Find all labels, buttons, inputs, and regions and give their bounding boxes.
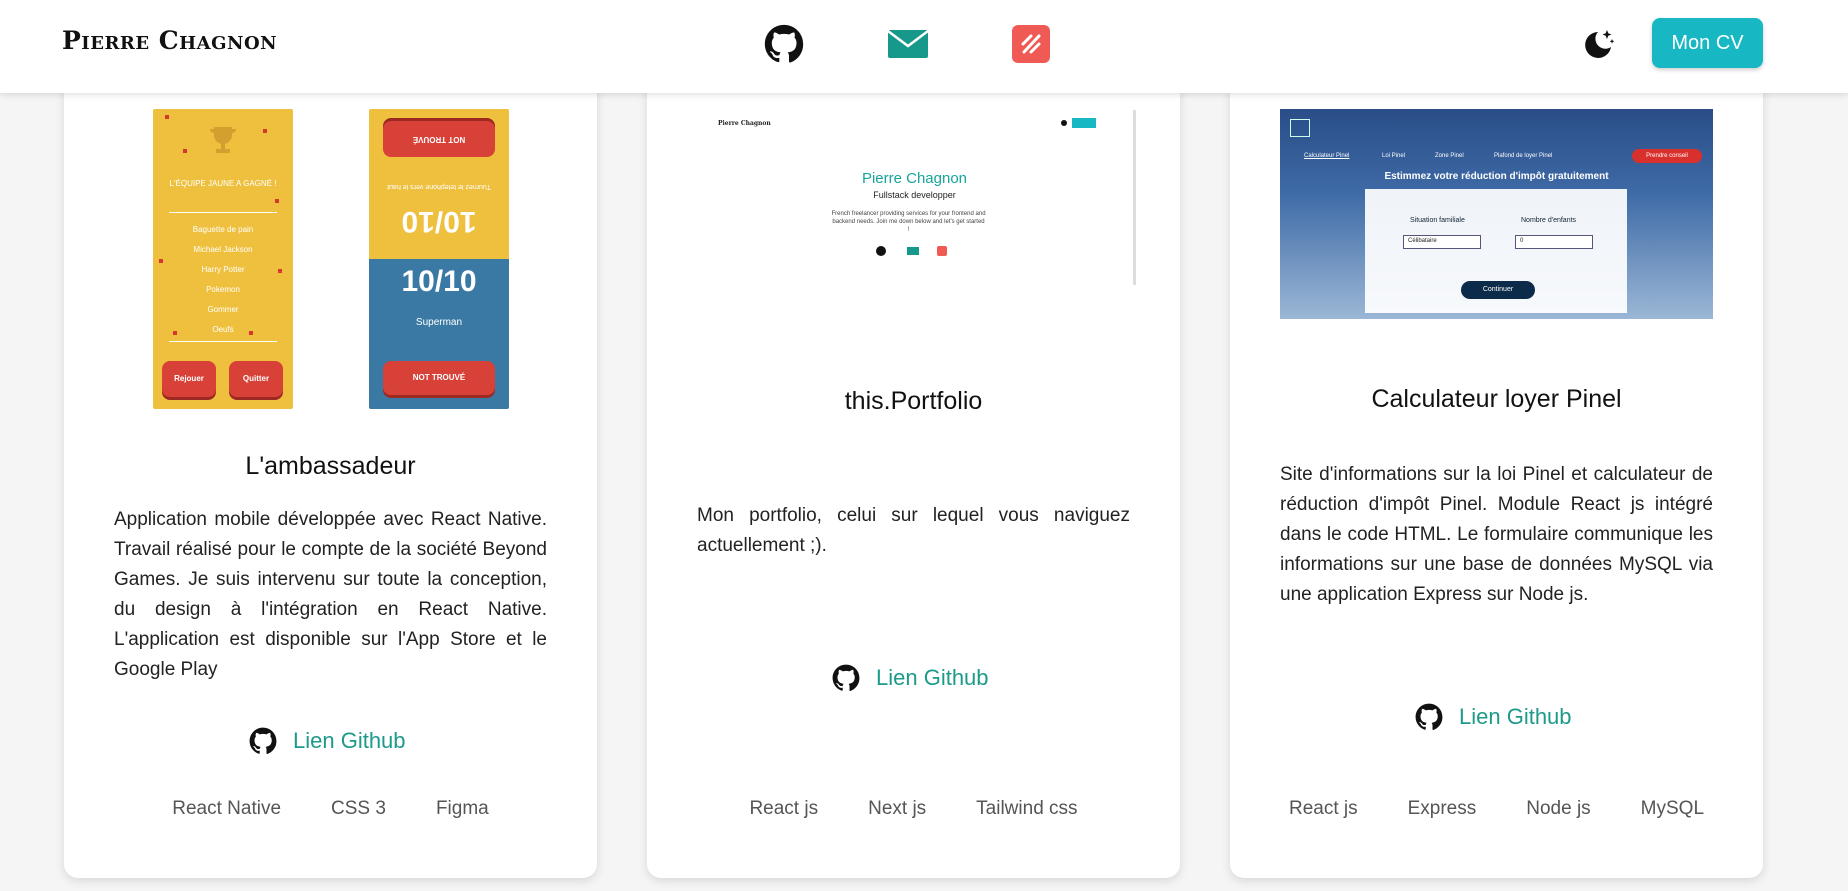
preview-role: Fullstack developper xyxy=(873,190,956,200)
not-found-button-top: NOT TROUVÉ xyxy=(383,121,495,157)
tag: React Native xyxy=(172,798,282,819)
not-found-button: NOT TROUVÉ xyxy=(383,361,495,395)
preview-name: Pierre Chagnon xyxy=(861,170,968,187)
github-icon[interactable] xyxy=(763,23,805,65)
preview-tagline: French freelancer providing services for… xyxy=(831,211,986,233)
github-link[interactable]: Lien Github xyxy=(249,727,406,755)
tech-tags: React Native CSS 3 Figma xyxy=(64,798,597,820)
preview-heading: Estimmez votre réduction d'impôt gratuit… xyxy=(1384,171,1609,182)
preview-field-label: Situation familiale xyxy=(1410,217,1465,224)
project-card-ambassadeur: L'ÉQUIPE JAUNE A GAGNÉ ! Baguette de pai… xyxy=(64,40,597,878)
tech-tags: React js Express Node js MySQL xyxy=(1230,798,1763,820)
replay-button: Rejouer xyxy=(162,361,216,397)
tag: Node js xyxy=(1526,798,1591,819)
github-link-label[interactable]: Lien Github xyxy=(293,728,406,754)
dark-mode-toggle-icon[interactable] xyxy=(1578,24,1618,64)
malt-icon[interactable] xyxy=(1010,23,1052,65)
preview-field-label: Nombre d'enfants xyxy=(1521,217,1577,224)
winner-text: L'ÉQUIPE JAUNE A GAGNÉ ! xyxy=(169,179,277,188)
github-link-label[interactable]: Lien Github xyxy=(876,665,989,691)
github-link[interactable]: Lien Github xyxy=(832,664,989,692)
word-item: Gommer xyxy=(207,305,239,314)
preview-nav-item: Plafond de loyer Pinel xyxy=(1494,153,1553,159)
preview-screen-score: NOT TROUVÉ Tuurnez le telephone vers le … xyxy=(369,109,509,409)
word-item: Michael Jackson xyxy=(193,245,253,254)
github-icon xyxy=(832,664,860,691)
word-item: Harry Potter xyxy=(201,265,245,274)
preview-cta: Prendre conseil xyxy=(1632,149,1702,163)
pinel-preview: Calculateur Pinel Loi Pinel Zone Pinel P… xyxy=(1280,109,1713,319)
project-description: Site d'informations sur la loi Pinel et … xyxy=(1280,464,1713,605)
word-item: Baguette de pain xyxy=(192,225,254,234)
tag: Next js xyxy=(868,798,927,819)
preview-select: Célibataire xyxy=(1403,235,1481,249)
github-icon xyxy=(1415,703,1443,730)
tag: Tailwind css xyxy=(976,798,1078,819)
tag: CSS 3 xyxy=(331,798,386,819)
project-title: this.Portfolio xyxy=(844,387,983,415)
brand-logo[interactable]: Pierre Chagnon xyxy=(62,26,277,55)
word-item: Pokemon xyxy=(206,285,240,294)
portfolio-preview: Pierre Chagnon Pierre Chagnon Fullstack … xyxy=(696,110,1136,285)
project-card-portfolio: Pierre Chagnon Pierre Chagnon Fullstack … xyxy=(647,40,1180,878)
preview-nav-item: Zone Pinel xyxy=(1435,153,1464,159)
github-link[interactable]: Lien Github xyxy=(1415,703,1572,731)
project-title: Calculateur loyer Pinel xyxy=(1371,385,1622,413)
project-title: L'ambassadeur xyxy=(245,452,416,480)
mail-icon[interactable] xyxy=(887,23,929,65)
current-word: Superman xyxy=(415,317,463,328)
tag: Figma xyxy=(435,798,489,819)
preview-brand: Pierre Chagnon xyxy=(718,120,771,127)
tag: React js xyxy=(1288,798,1358,819)
tech-tags: React js Next js Tailwind css xyxy=(647,798,1180,820)
github-icon xyxy=(249,727,277,754)
tag: Express xyxy=(1407,798,1477,819)
preview-nav-item: Calculateur Pinel xyxy=(1304,153,1350,159)
preview-screen-win: L'ÉQUIPE JAUNE A GAGNÉ ! Baguette de pai… xyxy=(153,109,293,409)
project-description: Mon portfolio, celui sur lequel vous nav… xyxy=(697,505,1130,556)
github-link-label[interactable]: Lien Github xyxy=(1459,704,1572,730)
preview-continue: Continuer xyxy=(1461,281,1535,299)
tag: MySQL xyxy=(1640,798,1705,819)
project-description: Application mobile développée avec React… xyxy=(114,509,547,680)
project-card-pinel: Calculateur Pinel Loi Pinel Zone Pinel P… xyxy=(1230,40,1763,878)
preview-select: 0 xyxy=(1515,235,1593,249)
score-top: 10/10 xyxy=(401,205,477,238)
trophy-icon xyxy=(210,127,236,153)
header: Pierre Chagnon Mon CV xyxy=(0,0,1848,93)
cv-button[interactable]: Mon CV xyxy=(1652,18,1763,68)
quit-button: Quitter xyxy=(229,361,283,397)
tag: React js xyxy=(749,798,819,819)
preview-nav-item: Loi Pinel xyxy=(1382,153,1406,159)
score-bottom: 10/10 xyxy=(401,265,477,298)
